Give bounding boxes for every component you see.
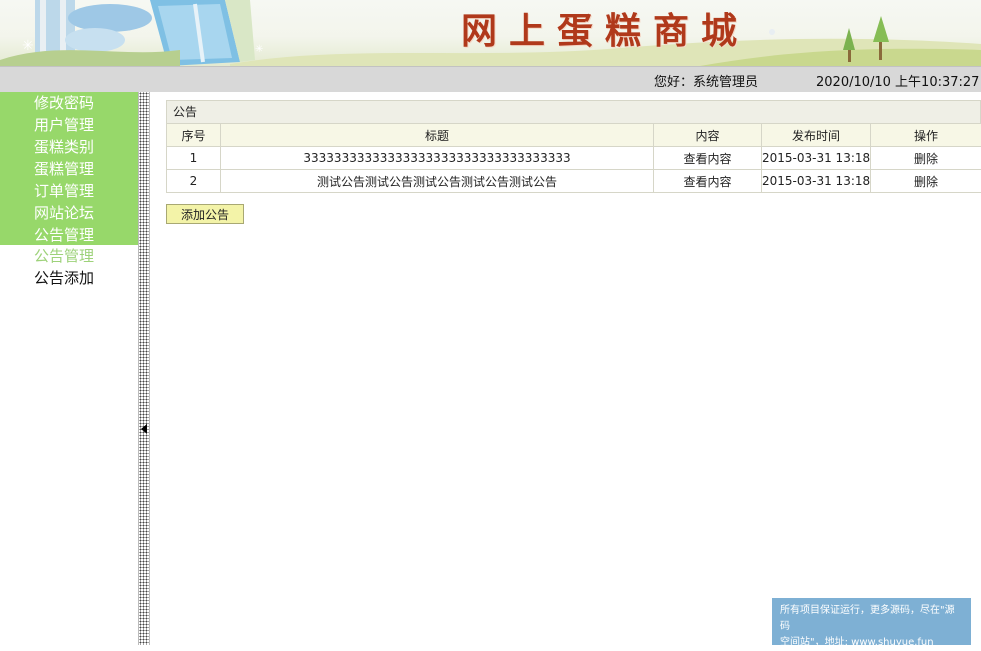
view-content-link[interactable]: 查看内容 — [654, 147, 762, 170]
sidebar: 修改密码 用户管理 蛋糕类别 蛋糕管理 订单管理 网站论坛 公告管理 公告管理 … — [0, 92, 138, 645]
view-content-link-label[interactable]: 查看内容 — [683, 152, 731, 166]
sidebar-item-order-management[interactable]: 订单管理 — [0, 180, 138, 202]
add-announcement-button[interactable]: 添加公告 — [166, 204, 244, 224]
sidebar-subitem-announcement-list[interactable]: 公告管理 — [0, 245, 138, 267]
table-row: 1 33333333333333333333333333333333333 查看… — [167, 147, 981, 170]
sidebar-item-forum[interactable]: 网站论坛 — [0, 202, 138, 224]
sidebar-splitter[interactable] — [138, 92, 150, 645]
sidebar-menu: 修改密码 用户管理 蛋糕类别 蛋糕管理 订单管理 网站论坛 公告管理 — [0, 92, 138, 245]
view-content-link-label[interactable]: 查看内容 — [683, 175, 731, 189]
current-datetime: 2020/10/10 上午10:37:27 — [816, 71, 979, 90]
table-header-row: 序号 标题 内容 发布时间 操作 — [167, 124, 981, 147]
view-content-link[interactable]: 查看内容 — [654, 170, 762, 193]
delete-link-label[interactable]: 删除 — [914, 175, 938, 189]
row-title: 测试公告测试公告测试公告测试公告测试公告 — [221, 170, 654, 193]
column-header-action: 操作 — [871, 124, 981, 147]
source-notice-line-2: 空间站"，地址: www.shuyue.fun — [780, 635, 963, 651]
delete-link[interactable]: 删除 — [871, 147, 981, 170]
row-index: 2 — [167, 170, 221, 193]
user-status-bar: 您好：系统管理员 2020/10/10 上午10:37:27 — [0, 66, 981, 92]
row-publish-time: 2015-03-31 13:18 — [762, 147, 871, 170]
sidebar-item-user-management[interactable]: 用户管理 — [0, 114, 138, 136]
row-title: 33333333333333333333333333333333333 — [221, 147, 654, 170]
row-publish-time: 2015-03-31 13:18 — [762, 170, 871, 193]
column-header-index: 序号 — [167, 124, 221, 147]
sidebar-subitem-announcement-add[interactable]: 公告添加 — [0, 267, 138, 289]
site-banner: ✳ ✳ 网上蛋糕商城 — [0, 0, 981, 66]
svg-text:✳: ✳ — [22, 38, 34, 54]
announcement-table: 序号 标题 内容 发布时间 操作 1 333333333333333333333… — [166, 123, 981, 193]
banner-sky-cloud — [68, 4, 152, 32]
delete-link[interactable]: 删除 — [871, 170, 981, 193]
collapse-arrow-icon[interactable] — [141, 424, 147, 434]
sidebar-item-announcement-management[interactable]: 公告管理 — [0, 224, 138, 246]
sidebar-item-change-password[interactable]: 修改密码 — [0, 92, 138, 114]
delete-link-label[interactable]: 删除 — [914, 152, 938, 166]
user-greeting: 您好：系统管理员 — [654, 71, 758, 90]
column-header-title: 标题 — [221, 124, 654, 147]
panel-title: 公告 — [166, 100, 981, 123]
table-row: 2 测试公告测试公告测试公告测试公告测试公告 查看内容 2015-03-31 1… — [167, 170, 981, 193]
column-header-content: 内容 — [654, 124, 762, 147]
sidebar-item-cake-category[interactable]: 蛋糕类别 — [0, 136, 138, 158]
source-notice: 所有项目保证运行，更多源码，尽在"源码 空间站"，地址: www.shuyue.… — [772, 598, 971, 645]
row-index: 1 — [167, 147, 221, 170]
svg-text:✳: ✳ — [255, 44, 263, 55]
main-content: 公告 序号 标题 内容 发布时间 操作 1 333333333333333333… — [166, 100, 981, 193]
site-title: 网上蛋糕商城 — [461, 2, 749, 54]
sidebar-item-cake-management[interactable]: 蛋糕管理 — [0, 158, 138, 180]
source-notice-line-1: 所有项目保证运行，更多源码，尽在"源码 — [780, 603, 963, 635]
column-header-time: 发布时间 — [762, 124, 871, 147]
